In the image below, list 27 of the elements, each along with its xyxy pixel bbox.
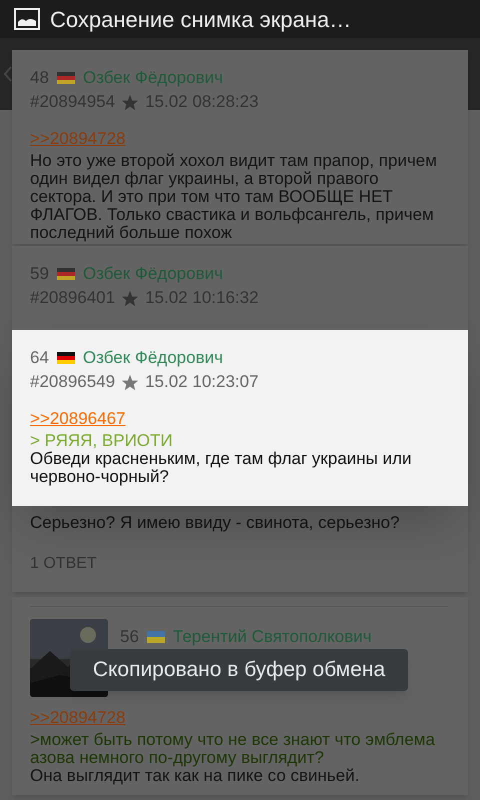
image-icon — [14, 8, 40, 30]
post-text: Но это уже второй хохол видит там прапор, причем один видел флаг украины, а второй правого сектора. И это при том что там ВООБЩЕ НЕТ ФЛАГОВ. Только свастика и вольфсангель, причем последний больше похож — [30, 152, 438, 242]
post-text: Она выглядит так как на пике со свиньей. — [30, 767, 360, 785]
poster-name: Озбек Фёдорович — [82, 67, 223, 90]
post-text: Обведи красненьким, где там флаг украины или червоно-чорный? — [30, 450, 413, 486]
reply-link[interactable]: >>20894728 — [30, 130, 126, 148]
flag-icon — [56, 72, 75, 84]
flag-icon — [146, 631, 165, 643]
back-icon[interactable] — [4, 66, 12, 82]
post-number: 64 — [30, 347, 49, 370]
star-icon[interactable] — [121, 374, 140, 390]
flag-icon — [56, 268, 75, 280]
post-text: Серьезно? Я имею ввиду - свинота, серьезно? — [30, 514, 401, 532]
post-date: 15.02 10:23:07 — [145, 371, 259, 394]
reply-link[interactable]: >>20896467 — [30, 410, 126, 428]
poster-name: Озбек Фёдорович — [82, 263, 223, 286]
star-icon[interactable] — [121, 290, 140, 306]
notification-title: Сохранение снимка экрана… — [50, 6, 352, 34]
reply-link[interactable]: >>20894728 — [30, 709, 126, 727]
star-icon[interactable] — [121, 94, 140, 110]
toast: Скопировано в буфер обмена — [70, 649, 408, 691]
poster-name: Терентий Святополкович — [172, 626, 372, 648]
flag-icon — [56, 352, 75, 364]
post-id: #20896549 — [30, 371, 116, 394]
quote-text: > РЯЯЯ, ВРИОТИ — [30, 432, 174, 450]
poster-name: Озбек Фёдорович — [82, 347, 223, 370]
quote-text: >может быть потому что не все знают что эмблема азова немного по-другому выглядит? — [30, 731, 436, 767]
